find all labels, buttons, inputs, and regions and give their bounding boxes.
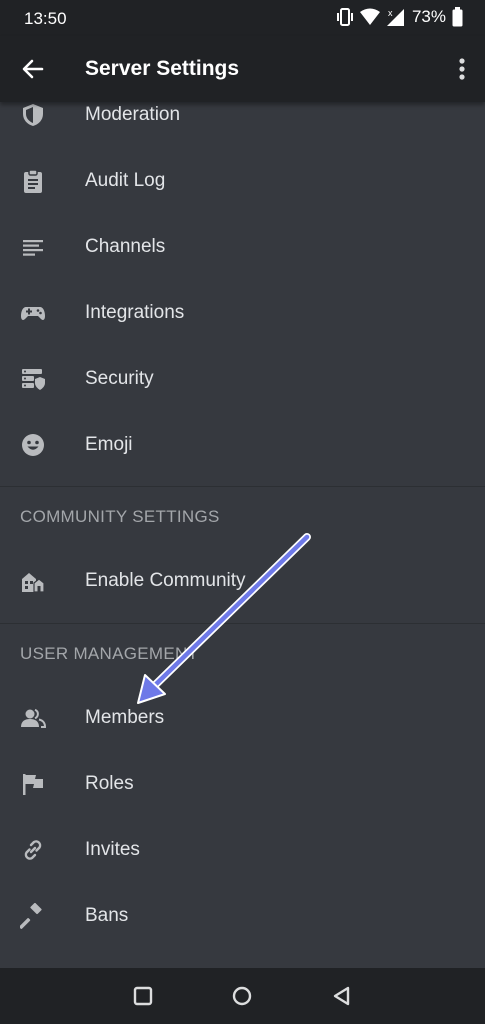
menu-item-security[interactable]: Security <box>0 346 485 412</box>
page-title: Server Settings <box>85 57 240 80</box>
gamepad-icon <box>20 300 46 326</box>
back-arrow-icon[interactable] <box>20 56 46 82</box>
menu-item-label: Bans <box>85 905 129 926</box>
menu-item-label: Emoji <box>85 434 133 455</box>
menu-item-label: Enable Community <box>85 570 246 591</box>
battery-percentage: 73% <box>411 7 446 26</box>
menu-item-bans[interactable]: Bans <box>0 883 485 949</box>
app-bar: Server Settings <box>0 36 485 102</box>
status-bar: 13:50 x 73% <box>0 0 485 36</box>
hammer-icon <box>20 903 46 929</box>
more-options-icon[interactable] <box>457 56 467 82</box>
shield-icon <box>20 102 46 128</box>
community-icon <box>20 568 46 594</box>
menu-item-label: Audit Log <box>85 170 166 191</box>
smiley-icon <box>20 432 46 458</box>
vibrate-icon <box>336 8 353 26</box>
settings-list[interactable]: Moderation Audit Log Channels Integratio… <box>0 102 485 968</box>
menu-item-label: Moderation <box>85 104 181 125</box>
status-icons: x 73% <box>336 7 463 27</box>
channels-list-icon <box>20 234 46 260</box>
menu-item-label: Security <box>85 368 154 389</box>
menu-item-audit-log[interactable]: Audit Log <box>0 148 485 214</box>
recent-apps-icon[interactable] <box>131 984 155 1008</box>
link-icon <box>20 837 46 863</box>
menu-item-integrations[interactable]: Integrations <box>0 280 485 346</box>
section-header-community: COMMUNITY SETTINGS <box>20 507 220 526</box>
menu-item-label: Roles <box>85 773 134 794</box>
section-divider <box>0 486 485 487</box>
flag-icon <box>20 771 46 797</box>
menu-item-emoji[interactable]: Emoji <box>0 412 485 478</box>
svg-text:x: x <box>388 8 393 18</box>
wifi-icon <box>359 8 380 25</box>
home-icon[interactable] <box>230 984 254 1008</box>
members-icon <box>20 705 46 731</box>
battery-icon <box>452 7 463 27</box>
menu-item-channels[interactable]: Channels <box>0 214 485 280</box>
menu-item-members[interactable]: Members <box>0 685 485 751</box>
system-nav-bar <box>0 968 485 1024</box>
menu-item-enable-community[interactable]: Enable Community <box>0 548 485 614</box>
menu-item-label: Channels <box>85 236 166 257</box>
clipboard-icon <box>20 168 46 194</box>
menu-item-roles[interactable]: Roles <box>0 751 485 817</box>
server-shield-icon <box>20 366 46 392</box>
section-header-user-management: USER MANAGEMENT <box>20 644 199 663</box>
menu-item-moderation[interactable]: Moderation <box>0 102 485 148</box>
signal-icon: x <box>386 8 404 26</box>
section-divider <box>0 623 485 624</box>
menu-item-label: Integrations <box>85 302 185 323</box>
menu-item-label: Members <box>85 707 165 728</box>
status-time: 13:50 <box>24 9 67 28</box>
menu-item-invites[interactable]: Invites <box>0 817 485 883</box>
back-triangle-icon[interactable] <box>330 984 354 1008</box>
menu-item-label: Invites <box>85 839 140 860</box>
